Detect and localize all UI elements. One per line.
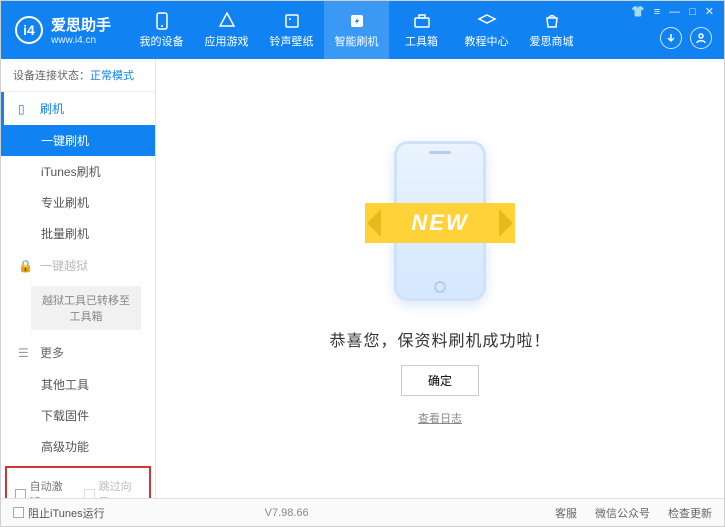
sidebar-item-oneclick[interactable]: 一键刷机 bbox=[1, 125, 155, 156]
block-itunes-checkbox[interactable]: 阻止iTunes运行 bbox=[13, 505, 105, 521]
tab-label: 应用游戏 bbox=[205, 33, 249, 49]
tab-apps[interactable]: 应用游戏 bbox=[194, 1, 259, 59]
view-log-link[interactable]: 查看日志 bbox=[418, 410, 462, 426]
tab-smart-flash[interactable]: 智能刷机 bbox=[324, 1, 389, 59]
skip-guide-checkbox[interactable]: 跳过向导 bbox=[84, 478, 141, 498]
jailbreak-notice: 越狱工具已转移至工具箱 bbox=[31, 286, 141, 330]
group-flash[interactable]: ▯ 刷机 bbox=[1, 92, 155, 125]
flash-icon bbox=[347, 12, 367, 30]
group-title: 刷机 bbox=[40, 100, 64, 117]
status-bar: 阻止iTunes运行 V7.98.66 客服 微信公众号 检查更新 bbox=[1, 498, 724, 526]
tab-label: 智能刷机 bbox=[335, 33, 379, 49]
new-ribbon: NEW bbox=[365, 203, 515, 243]
group-title: 一键越狱 bbox=[40, 257, 88, 274]
sidebar-item-advanced[interactable]: 高级功能 bbox=[1, 431, 155, 462]
group-jailbreak: 🔒 一键越狱 bbox=[1, 249, 155, 282]
tab-my-device[interactable]: 我的设备 bbox=[129, 1, 194, 59]
option-label: 自动激活 bbox=[30, 478, 72, 498]
phone-icon: ▯ bbox=[18, 102, 32, 116]
download-button[interactable] bbox=[660, 27, 682, 49]
success-message: 恭喜您，保资料刷机成功啦！ bbox=[329, 327, 550, 351]
tutorial-icon bbox=[477, 12, 497, 30]
footer-label: 阻止iTunes运行 bbox=[28, 505, 105, 521]
sidebar-item-batch[interactable]: 批量刷机 bbox=[1, 218, 155, 249]
main-tabs: 我的设备 应用游戏 铃声壁纸 智能刷机 工具箱 教程中心 bbox=[129, 1, 584, 59]
window-controls: 👕 ≡ — □ ✕ bbox=[631, 5, 714, 18]
logo-icon: i4 bbox=[15, 16, 43, 44]
footer-link-support[interactable]: 客服 bbox=[555, 505, 577, 521]
sidebar: 设备连接状态：正常模式 ▯ 刷机 一键刷机 iTunes刷机 专业刷机 批量刷机… bbox=[1, 59, 156, 498]
sidebar-item-other[interactable]: 其他工具 bbox=[1, 369, 155, 400]
success-illustration: NEW bbox=[355, 131, 525, 311]
menu-icon[interactable]: ≡ bbox=[654, 6, 660, 18]
sidebar-item-itunes[interactable]: iTunes刷机 bbox=[1, 156, 155, 187]
option-label: 跳过向导 bbox=[99, 478, 141, 498]
store-icon bbox=[542, 12, 562, 30]
maximize-icon[interactable]: □ bbox=[689, 6, 696, 18]
tab-toolbox[interactable]: 工具箱 bbox=[389, 1, 454, 59]
ok-button[interactable]: 确定 bbox=[401, 365, 479, 396]
close-icon[interactable]: ✕ bbox=[705, 5, 714, 18]
footer-link-wechat[interactable]: 微信公众号 bbox=[595, 505, 650, 521]
footer-link-update[interactable]: 检查更新 bbox=[668, 505, 712, 521]
tab-label: 铃声壁纸 bbox=[270, 33, 314, 49]
sidebar-item-pro[interactable]: 专业刷机 bbox=[1, 187, 155, 218]
group-more[interactable]: ☰ 更多 bbox=[1, 336, 155, 369]
toolbox-icon bbox=[412, 12, 432, 30]
tab-label: 教程中心 bbox=[465, 33, 509, 49]
more-icon: ☰ bbox=[18, 346, 32, 360]
tab-label: 我的设备 bbox=[140, 33, 184, 49]
tab-ringtones[interactable]: 铃声壁纸 bbox=[259, 1, 324, 59]
version-label: V7.98.66 bbox=[265, 507, 309, 519]
user-button[interactable] bbox=[690, 27, 712, 49]
tab-tutorials[interactable]: 教程中心 bbox=[454, 1, 519, 59]
minimize-icon[interactable]: — bbox=[669, 6, 680, 18]
tab-label: 工具箱 bbox=[405, 33, 438, 49]
app-name: 爱思助手 bbox=[51, 14, 111, 35]
options-highlight: 自动激活 跳过向导 bbox=[5, 466, 151, 498]
device-status: 设备连接状态：正常模式 bbox=[1, 59, 155, 92]
lock-icon: 🔒 bbox=[18, 259, 32, 273]
app-url: www.i4.cn bbox=[51, 35, 111, 46]
tab-store[interactable]: 爱思商城 bbox=[519, 1, 584, 59]
device-icon bbox=[152, 12, 172, 30]
apps-icon bbox=[217, 12, 237, 30]
app-header: i4 爱思助手 www.i4.cn 我的设备 应用游戏 铃声壁纸 智能刷机 bbox=[1, 1, 724, 59]
group-title: 更多 bbox=[40, 344, 64, 361]
main-panel: NEW 恭喜您，保资料刷机成功啦！ 确定 查看日志 bbox=[156, 59, 724, 498]
shirt-icon[interactable]: 👕 bbox=[631, 5, 645, 18]
sidebar-item-firmware[interactable]: 下载固件 bbox=[1, 400, 155, 431]
auto-activate-checkbox[interactable]: 自动激活 bbox=[15, 478, 72, 498]
logo: i4 爱思助手 www.i4.cn bbox=[15, 14, 111, 46]
status-label: 设备连接状态： bbox=[13, 70, 90, 82]
tab-label: 爱思商城 bbox=[530, 33, 574, 49]
ringtone-icon bbox=[282, 12, 302, 30]
status-value: 正常模式 bbox=[90, 70, 134, 82]
